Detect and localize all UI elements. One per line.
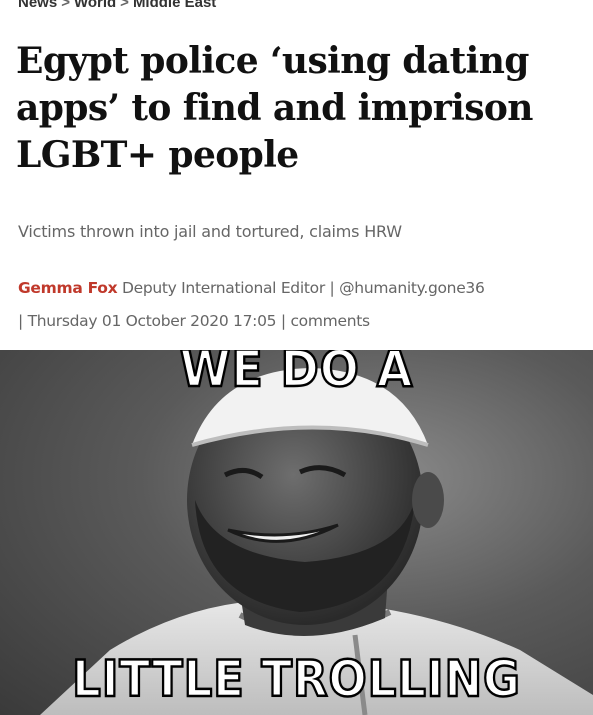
comments-link[interactable]: comments <box>290 312 370 330</box>
article-headline: Egypt police ‘using dating apps’ to find… <box>16 40 533 176</box>
byline-divider: | <box>18 312 23 330</box>
breadcrumb: News > World > Middle East <box>18 0 216 11</box>
article-standfirst: Victims thrown into jail and tortured, c… <box>18 222 402 241</box>
breadcrumb-separator: > <box>61 0 70 11</box>
author-role: Deputy International Editor <box>121 279 325 297</box>
author-handle[interactable]: @humanity.gone36 <box>339 279 485 297</box>
breadcrumb-news[interactable]: News <box>18 0 57 11</box>
breadcrumb-world[interactable]: World <box>74 0 116 11</box>
article-datetime: Thursday 01 October 2020 17:05 <box>27 312 277 330</box>
article-byline: Gemma Fox Deputy International Editor | … <box>18 272 583 338</box>
author-name[interactable]: Gemma Fox <box>18 279 118 297</box>
breadcrumb-middle-east[interactable]: Middle East <box>133 0 216 11</box>
breadcrumb-separator: > <box>120 0 129 11</box>
article-header: News > World > Middle East Egypt police ‘usi… <box>0 0 593 350</box>
byline-divider: | <box>280 312 286 330</box>
byline-divider: | <box>329 279 335 297</box>
ear-shape <box>412 472 444 528</box>
meme-top-caption: WE DO A <box>179 350 414 399</box>
meme-image: WE DO A LITTLE TROLLING <box>0 350 593 715</box>
meme-bottom-caption: LITTLE TROLLING <box>71 649 521 710</box>
